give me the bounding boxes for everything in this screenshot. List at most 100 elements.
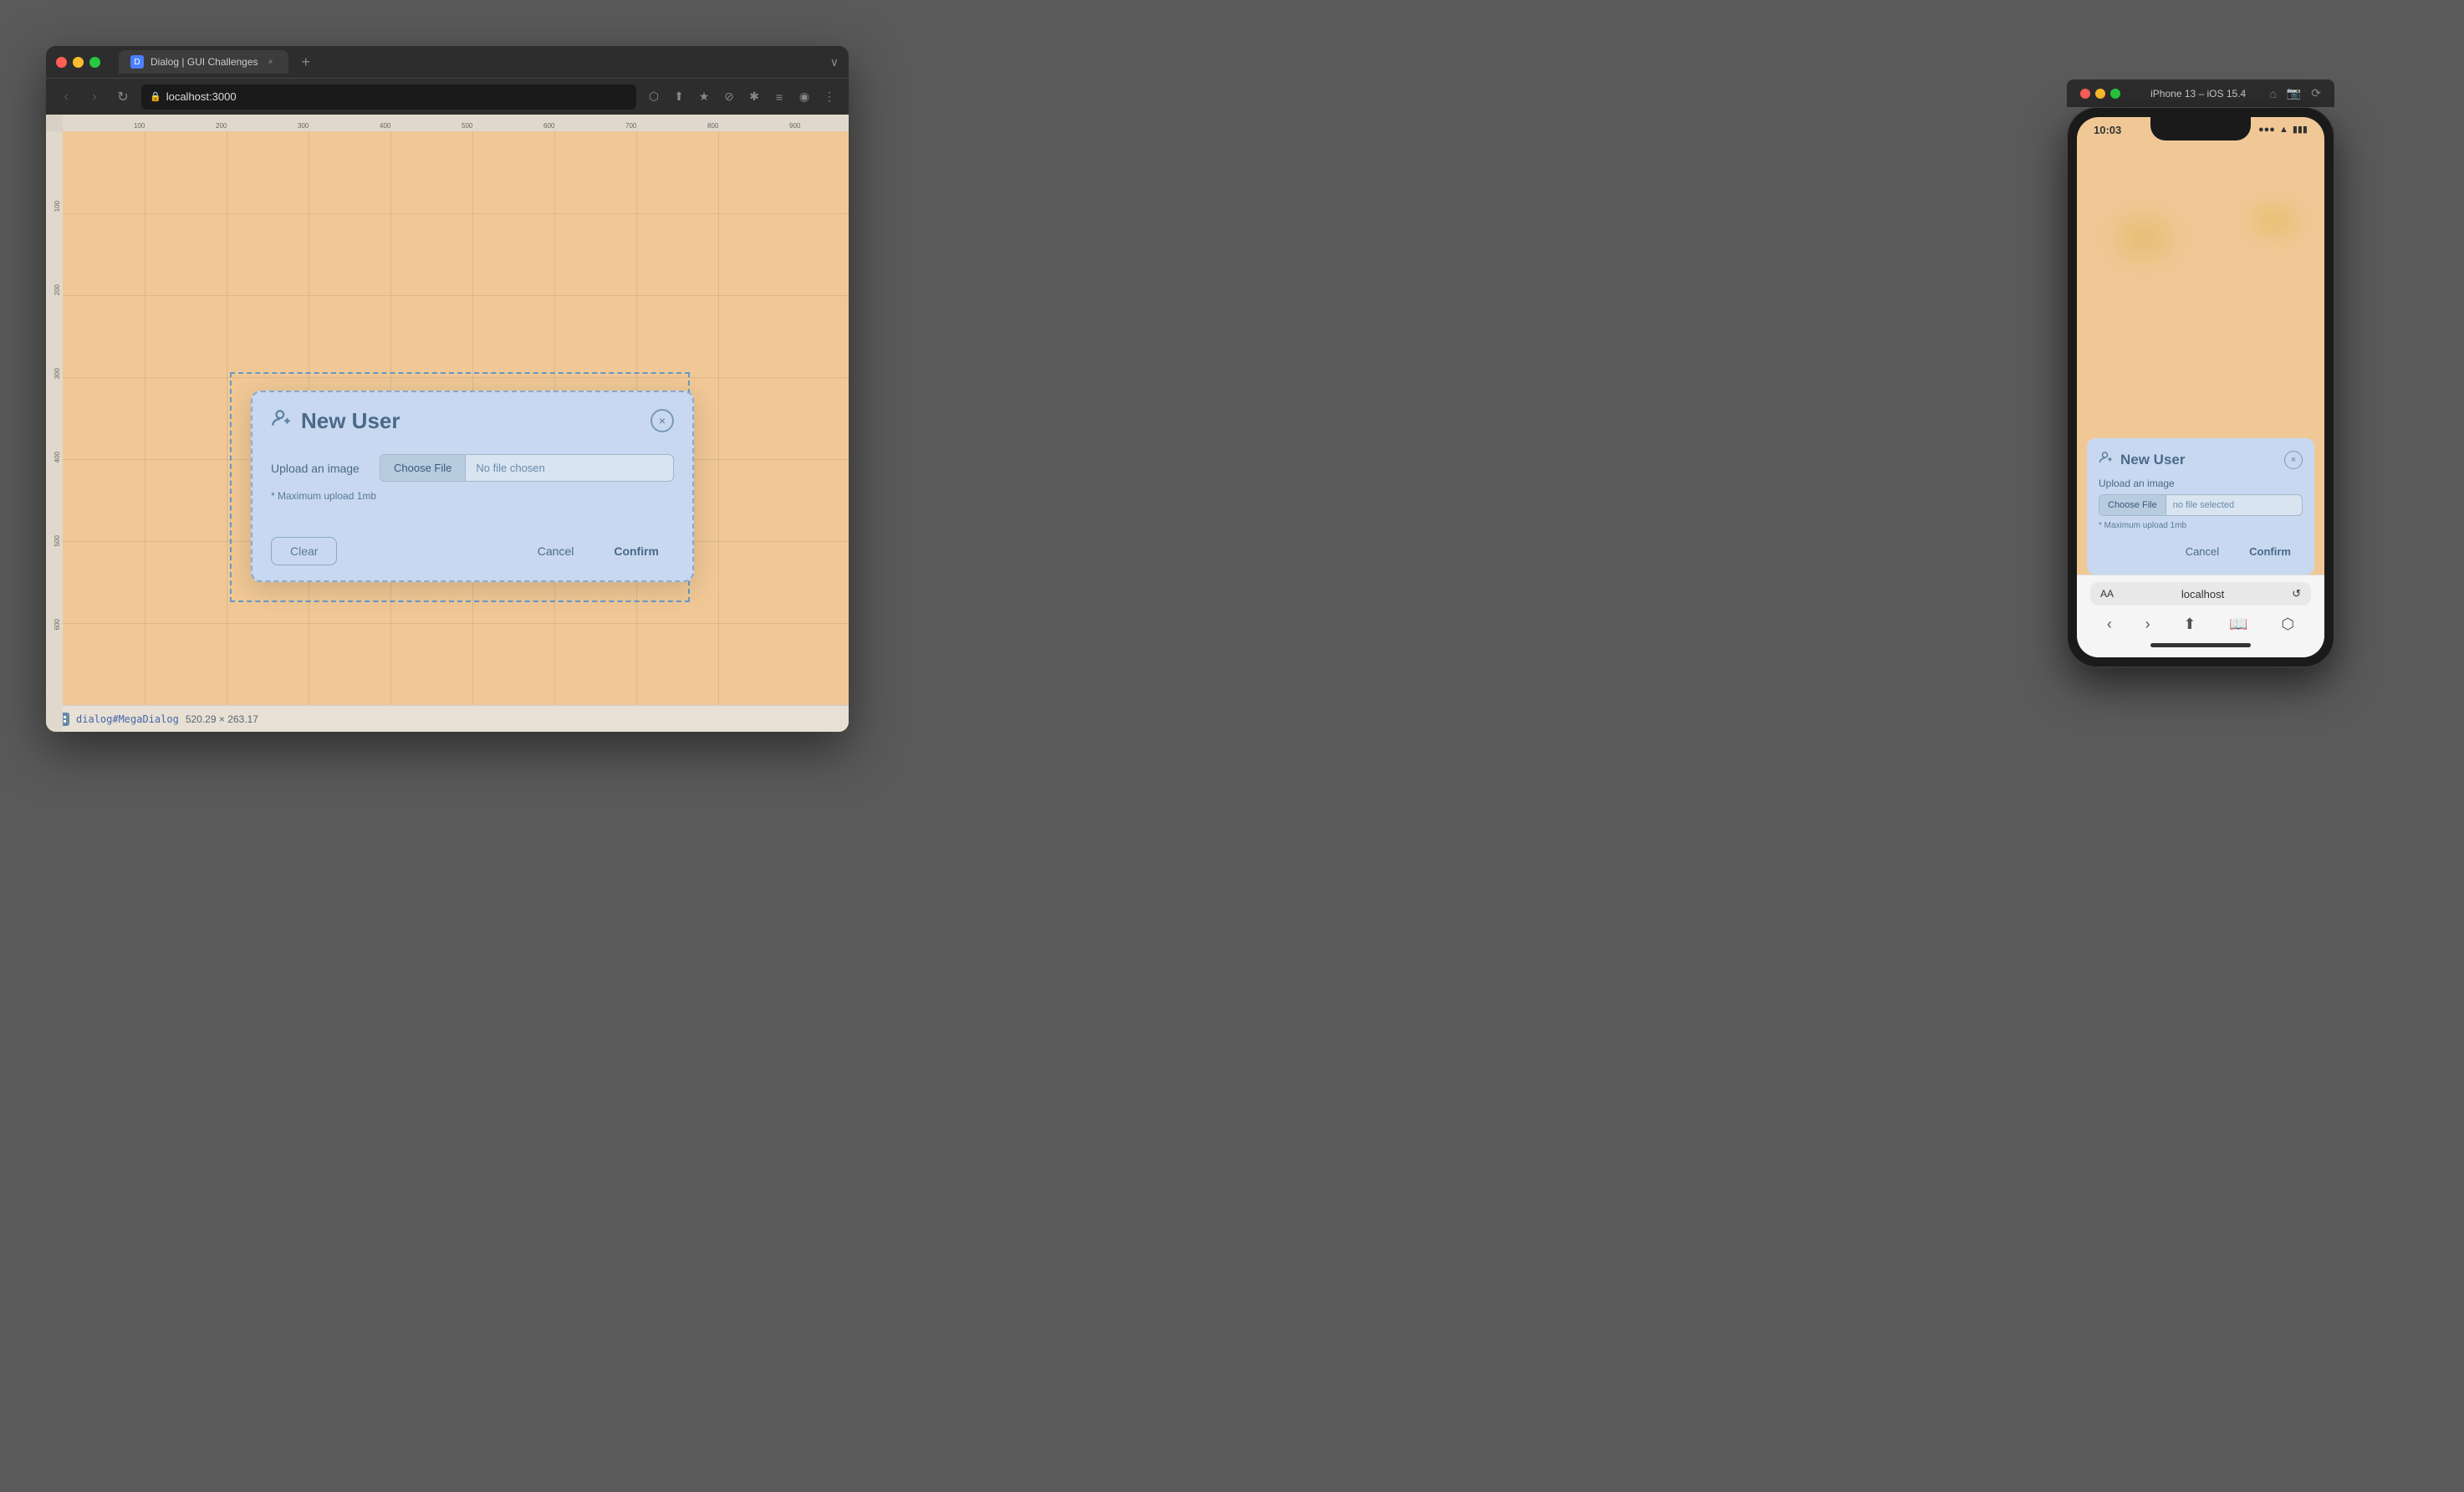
iphone-dialog-user-icon [2099,450,2114,469]
grid-line-v-300 [63,377,849,378]
iphone-battery-icon: ▮▮▮ [2293,124,2308,135]
iphone-dialog: New User × Upload an image Choose File n… [2087,438,2314,575]
iphone-nav-bookmarks-btn[interactable]: 📖 [2229,616,2247,633]
browser-titlebar: D Dialog | GUI Challenges × + ∨ [46,46,849,78]
browser-window: D Dialog | GUI Challenges × + ∨ ‹ › ↻ 🔒 … [46,46,849,732]
iphone-screenshot-icon[interactable]: 📷 [2287,86,2301,100]
ruler-mark-500: 500 [462,122,472,130]
browser-toolbar-icons: ⬡ ⬆ ★ ⊘ ✱ ≡ ◉ ⋮ [645,88,839,106]
iphone-wifi-icon: ▲ [2279,125,2288,135]
toolbar-bookmark-icon[interactable]: ★ [695,88,713,106]
traffic-light-red[interactable] [56,57,67,68]
iphone-nav-tabs-btn[interactable]: ⬡ [2281,616,2294,633]
clear-btn[interactable]: Clear [271,537,337,565]
tab-expand-btn[interactable]: ∨ [830,55,839,69]
iphone-choose-file-btn[interactable]: Choose File [2099,495,2166,515]
page-content: New User × Upload an image Choose File N… [63,131,849,732]
no-file-text: No file chosen [466,455,673,481]
ruler-mark-800: 800 [707,122,718,130]
tab-add-btn[interactable]: + [302,54,311,71]
iphone-page-bg [2077,154,2324,438]
dialog-title: New User [301,408,642,434]
new-user-dialog: New User × Upload an image Choose File N… [251,391,694,582]
ruler-mark-900: 900 [789,122,800,130]
file-upload-row: Upload an image Choose File No file chos… [271,454,674,482]
ruler-mark-300: 300 [298,122,309,130]
status-dimensions: 520.29 × 263.17 [186,713,258,725]
iphone-no-file-text: no file selected [2166,495,2241,515]
ruler-mark-v200: 200 [54,284,61,295]
iphone-blur-decoration-2 [2241,196,2308,246]
confirm-btn[interactable]: Confirm [599,538,674,565]
traffic-light-green[interactable] [89,57,100,68]
upload-label: Upload an image [271,462,380,475]
iphone-dialog-title: New User [2120,452,2278,468]
choose-file-btn[interactable]: Choose File [380,455,466,481]
toolbar-profile-icon[interactable]: ◉ [795,88,814,106]
browser-addressbar: ‹ › ↻ 🔒 localhost:3000 ⬡ ⬆ ★ ⊘ ✱ ≡ ◉ ⋮ [46,78,849,115]
iphone-signal-icon: ●●● [2258,125,2275,135]
grid-line-h-800 [718,131,719,732]
ruler-corner [46,115,63,131]
iphone-dialog-header: New User × [2099,450,2303,469]
iphone-upload-hint: * Maximum upload 1mb [2099,521,2303,530]
file-input-wrapper: Choose File No file chosen [380,454,674,482]
iphone-nav-share-btn[interactable]: ⬆ [2183,616,2196,633]
iphone-rotate-icon[interactable]: ⟳ [2311,86,2321,100]
iphone-device-title: iPhone 13 – iOS 15.4 [2134,88,2262,100]
address-lock-icon: 🔒 [150,91,161,102]
ruler-mark-600: 600 [543,122,554,130]
browser-tab[interactable]: D Dialog | GUI Challenges × [119,50,288,74]
iphone-notch [2150,117,2251,141]
toolbar-ext-icon[interactable]: ✱ [745,88,763,106]
ruler-mark-400: 400 [380,122,390,130]
toolbar-cast-icon[interactable]: ⬡ [645,88,663,106]
dialog-footer: Clear Cancel Confirm [253,529,692,580]
iphone-time: 10:03 [2094,124,2121,136]
ruler-left: 100 200 300 400 500 600 [46,131,63,732]
iphone-url-text: localhost [2120,588,2285,600]
iphone-url-bar[interactable]: AA localhost ↺ [2090,582,2311,605]
nav-back-btn[interactable]: ‹ [56,87,76,107]
iphone-dialog-close-btn[interactable]: × [2284,451,2303,469]
ruler-top: 100 200 300 400 500 600 700 800 900 [63,115,849,131]
nav-refresh-btn[interactable]: ↻ [113,87,133,107]
dialog-close-btn[interactable]: × [650,409,674,432]
tab-title: Dialog | GUI Challenges [150,56,258,68]
toolbar-stop-icon[interactable]: ⊘ [720,88,738,106]
iphone-dialog-footer: Cancel Confirm [2099,540,2303,563]
address-text: localhost:3000 [166,90,237,103]
iphone-simulator: iPhone 13 – iOS 15.4 ⌂ 📷 ⟳ 10:03 ●●● ▲ ▮… [2067,79,2334,667]
ruler-mark-700: 700 [625,122,636,130]
iphone-confirm-btn[interactable]: Confirm [2237,540,2303,563]
address-bar[interactable]: 🔒 localhost:3000 [141,84,636,110]
status-selector: dialog#MegaDialog [76,713,179,725]
iphone-nav-forward-btn[interactable]: › [2145,616,2150,633]
tab-close-btn[interactable]: × [265,56,277,68]
toolbar-tab-icon[interactable]: ≡ [770,88,788,106]
iphone-cancel-btn[interactable]: Cancel [2174,540,2231,563]
toolbar-share-icon[interactable]: ⬆ [670,88,688,106]
iphone-nav-bar: ‹ › ⬆ 📖 ⬡ [2090,612,2311,640]
ruler-container: 100 200 300 400 500 600 700 800 900 100 … [46,115,849,732]
iphone-traffic-lights [2080,89,2120,99]
iphone-tl-yellow[interactable] [2095,89,2105,99]
dialog-header: New User × [253,392,692,446]
grid-line-v-100 [63,213,849,214]
grid-line-v-600 [63,623,849,624]
iphone-url-reload-btn[interactable]: ↺ [2292,587,2301,600]
toolbar-menu-icon[interactable]: ⋮ [820,88,839,106]
iphone-tl-red[interactable] [2080,89,2090,99]
iphone-device: 10:03 ●●● ▲ ▮▮▮ [2067,107,2334,667]
tab-favicon: D [130,55,144,69]
iphone-tl-green[interactable] [2110,89,2120,99]
cancel-btn[interactable]: Cancel [523,538,589,565]
traffic-light-yellow[interactable] [73,57,84,68]
iphone-home-icon[interactable]: ⌂ [2269,87,2276,100]
nav-forward-btn[interactable]: › [84,87,105,107]
iphone-file-row: Choose File no file selected [2099,494,2303,516]
ruler-mark-v100: 100 [54,201,61,212]
grid-line-v-200 [63,295,849,296]
iphone-nav-back-btn[interactable]: ‹ [2107,616,2112,633]
ruler-mark-v300: 300 [54,368,61,379]
